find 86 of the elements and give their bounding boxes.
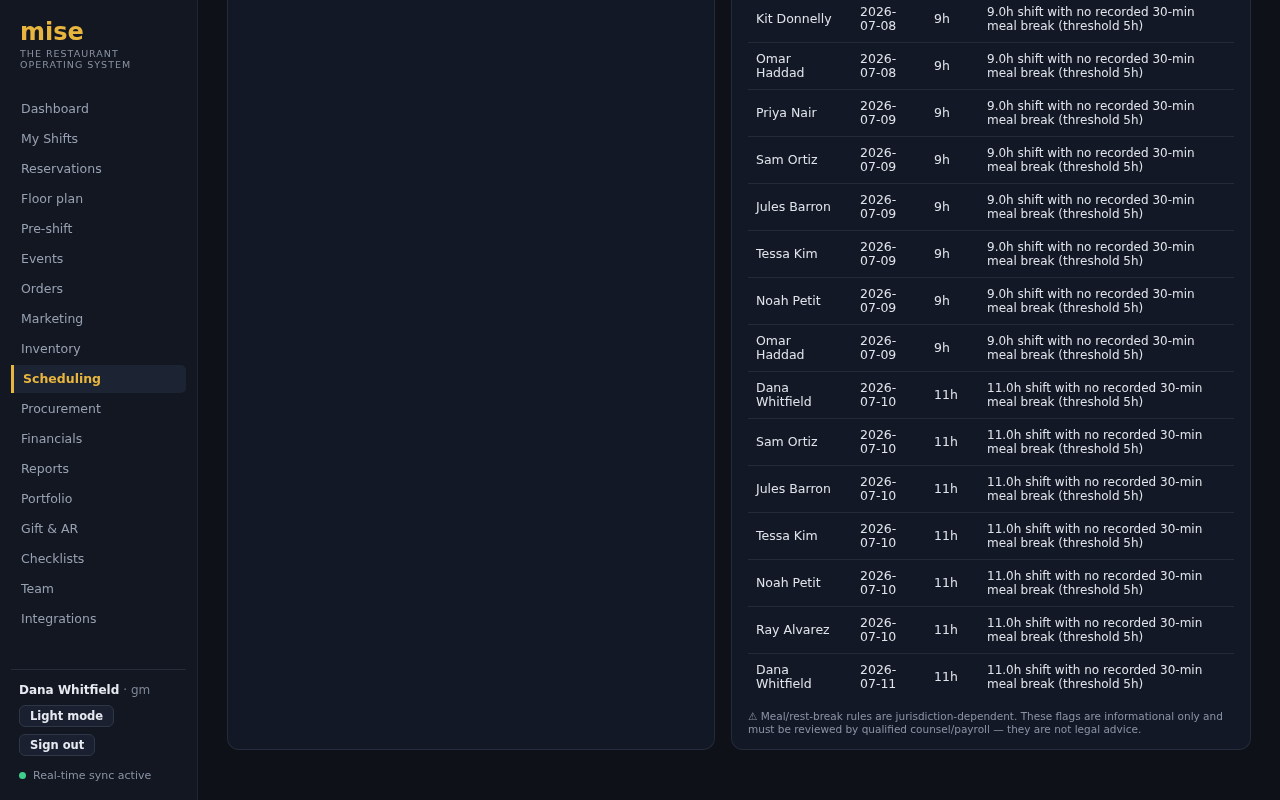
table-cell: 2026-07-10 (852, 371, 926, 419)
table-cell: 11h (926, 559, 979, 607)
nav-item[interactable]: Checklists (11, 545, 186, 573)
table-cell: 11.0h shift with no recorded 30-min meal break (threshold 5h) (979, 418, 1234, 466)
table-cell: 2026-07-10 (852, 559, 926, 607)
nav-item[interactable]: Gift & AR (11, 515, 186, 543)
sidebar-button[interactable]: Light mode (19, 705, 115, 727)
logo: mise (20, 18, 85, 46)
table-cell: 9h (926, 89, 979, 137)
table-cell: 9h (926, 324, 979, 372)
tagline: THE RESTAURANT OPERATING SYSTEM (20, 48, 133, 70)
table-cell: 11.0h shift with no recorded 30-min meal break (threshold 5h) (979, 606, 1234, 654)
table-cell: 2026-07-10 (852, 606, 926, 654)
table-cell: Jules Barron (748, 183, 852, 231)
nav-item[interactable]: Integrations (11, 605, 186, 633)
table-cell: 2026-07-10 (852, 418, 926, 466)
table-cell: 2026-07-10 (852, 512, 926, 560)
table-cell: 11h (926, 606, 979, 654)
table-cell: Sam Ortiz (748, 136, 852, 184)
table-cell: 9h (926, 136, 979, 184)
table-cell: 9h (926, 0, 979, 43)
table-cell: 2026-07-09 (852, 230, 926, 278)
table-cell: 11.0h shift with no recorded 30-min meal break (threshold 5h) (979, 512, 1234, 560)
table-cell: Jules Barron (748, 465, 852, 513)
table-cell: 2026-07-10 (852, 465, 926, 513)
nav-item[interactable]: Inventory (11, 335, 186, 363)
table-cell: Omar Haddad (748, 324, 852, 372)
table-cell: 9h (926, 230, 979, 278)
table-cell: 2026-07-08 (852, 0, 926, 43)
table-cell: 2026-07-09 (852, 89, 926, 137)
table-cell: 11h (926, 512, 979, 560)
nav-item[interactable]: Events (11, 245, 186, 273)
nav-item[interactable]: Scheduling (11, 365, 186, 393)
table-cell: 9h (926, 42, 979, 90)
table-cell: 11.0h shift with no recorded 30-min meal break (threshold 5h) (979, 371, 1234, 419)
nav-item[interactable]: Dashboard (11, 95, 186, 123)
table-cell: 9.0h shift with no recorded 30-min meal break (threshold 5h) (979, 230, 1234, 278)
table-cell: Ray Alvarez (748, 606, 852, 654)
table-cell: 11h (926, 653, 979, 700)
table-cell: 9.0h shift with no recorded 30-min meal break (threshold 5h) (979, 89, 1234, 137)
table-cell: 11.0h shift with no recorded 30-min meal break (threshold 5h) (979, 465, 1234, 513)
nav-item[interactable]: Procurement (11, 395, 186, 423)
nav-item[interactable]: Marketing (11, 305, 186, 333)
table-cell: Sam Ortiz (748, 418, 852, 466)
nav-item[interactable]: Reports (11, 455, 186, 483)
table-cell: Noah Petit (748, 559, 852, 607)
table-cell: Dana Whitfield (748, 371, 852, 419)
table-cell: Tessa Kim (748, 512, 852, 560)
table-cell: 9.0h shift with no recorded 30-min meal break (threshold 5h) (979, 277, 1234, 325)
table-cell: 9h (926, 183, 979, 231)
user-name: Dana Whitfield (19, 683, 120, 697)
sidebar-button[interactable]: Sign out (19, 734, 96, 756)
table-cell: Tessa Kim (748, 230, 852, 278)
table-cell: 2026-07-09 (852, 136, 926, 184)
table-cell: 11h (926, 418, 979, 466)
table-cell: 2026-07-09 (852, 277, 926, 325)
table-cell: 11h (926, 465, 979, 513)
table-cell: 9.0h shift with no recorded 30-min meal break (threshold 5h) (979, 136, 1234, 184)
table-cell: 2026-07-09 (852, 183, 926, 231)
nav-item[interactable]: Floor plan (11, 185, 186, 213)
table-cell: Priya Nair (748, 89, 852, 137)
table-cell: 9.0h shift with no recorded 30-min meal break (threshold 5h) (979, 183, 1234, 231)
user-role: · gm (123, 683, 151, 697)
nav-item[interactable]: Portfolio (11, 485, 186, 513)
nav-item[interactable]: My Shifts (11, 125, 186, 153)
table-cell: 9.0h shift with no recorded 30-min meal break (threshold 5h) (979, 42, 1234, 90)
table-cell: 11h (926, 371, 979, 419)
table-cell: 9.0h shift with no recorded 30-min meal break (threshold 5h) (979, 324, 1234, 372)
table-cell: 9h (926, 277, 979, 325)
table-cell: 11.0h shift with no recorded 30-min meal break (threshold 5h) (979, 559, 1234, 607)
nav-item[interactable]: Financials (11, 425, 186, 453)
table-cell: 11.0h shift with no recorded 30-min meal break (threshold 5h) (979, 653, 1234, 700)
table-cell: 2026-07-11 (852, 653, 926, 700)
nav-item[interactable]: Team (11, 575, 186, 603)
table-cell: Noah Petit (748, 277, 852, 325)
table-cell: 2026-07-08 (852, 42, 926, 90)
nav-item[interactable]: Pre-shift (11, 215, 186, 243)
table-cell: 9.0h shift with no recorded 30-min meal break (threshold 5h) (979, 0, 1234, 43)
table-cell: Dana Whitfield (748, 653, 852, 700)
disclaimer-text: ⚠ Meal/rest-break rules are jurisdiction-dependent. These flags are informational only and must be reviewed by qualified counsel/payroll — they are not legal advice. (748, 710, 1224, 735)
table-cell: Omar Haddad (748, 42, 852, 90)
sync-status: Real-time sync active (33, 769, 152, 782)
table-cell: Kit Donnelly (748, 0, 852, 43)
table-cell: 2026-07-09 (852, 324, 926, 372)
nav-item[interactable]: Orders (11, 275, 186, 303)
nav-item[interactable]: Reservations (11, 155, 186, 183)
